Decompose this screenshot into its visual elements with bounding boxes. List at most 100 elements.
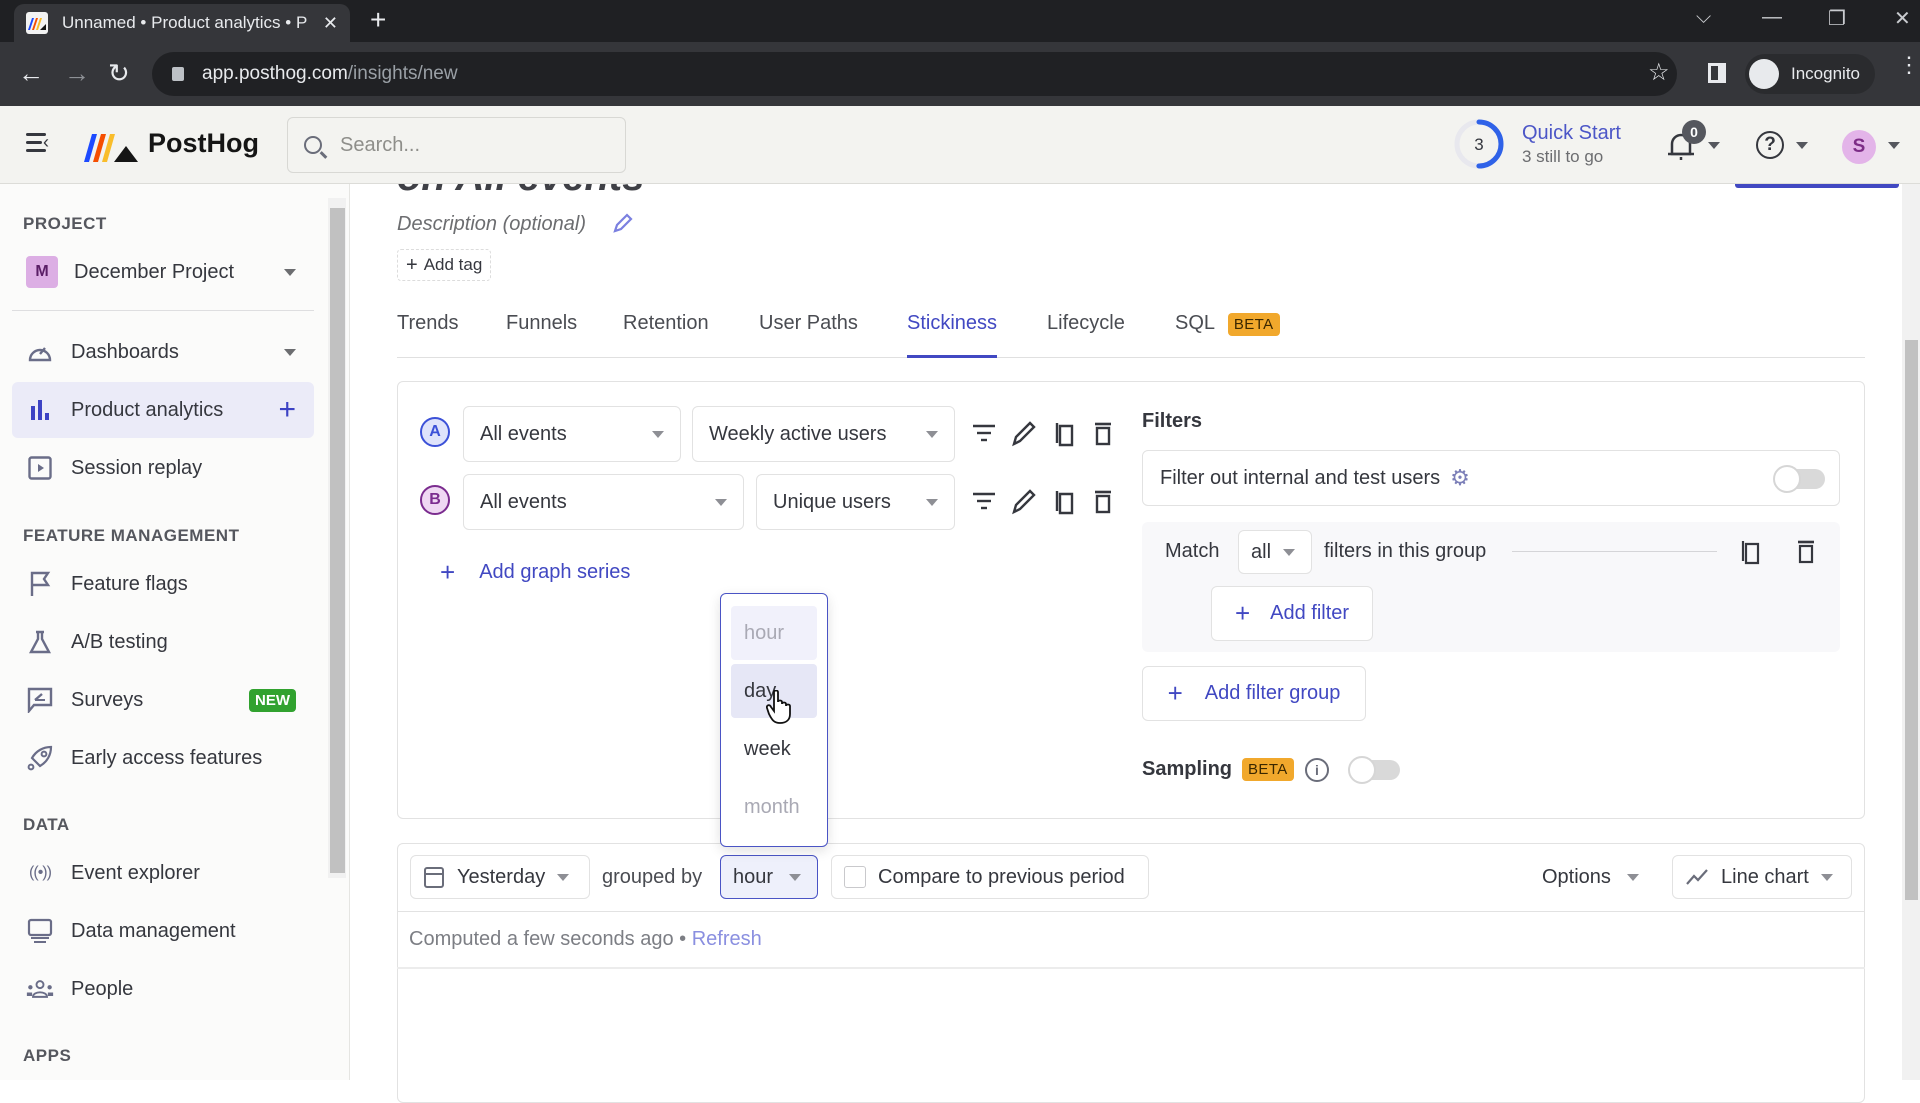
notifications-caret-icon[interactable] — [1708, 142, 1720, 149]
delete-group-icon[interactable] — [1792, 537, 1820, 565]
series-b-event-select[interactable]: All events — [463, 474, 744, 530]
restore-window-icon[interactable]: ❐ — [1828, 6, 1846, 31]
side-panel-icon[interactable] — [1708, 63, 1726, 83]
tab-user-paths[interactable]: User Paths — [759, 312, 858, 358]
duplicate-group-icon[interactable] — [1736, 537, 1764, 565]
edit-icon[interactable] — [1010, 487, 1038, 515]
minimize-window-icon[interactable]: — — [1762, 6, 1782, 29]
delete-icon[interactable] — [1089, 419, 1117, 447]
interval-option-month[interactable]: month — [731, 780, 817, 834]
match-select[interactable]: all — [1238, 530, 1312, 574]
options-label: Options — [1542, 866, 1611, 888]
help-caret-icon[interactable] — [1796, 142, 1808, 149]
gear-icon[interactable]: ⚙ — [1450, 465, 1470, 491]
calendar-icon — [424, 867, 444, 888]
info-icon[interactable]: i — [1305, 758, 1329, 782]
edit-icon[interactable] — [1010, 419, 1038, 447]
browser-tab[interactable]: Unnamed • Product analytics • P ✕ — [14, 4, 350, 42]
incognito-indicator[interactable]: Incognito — [1745, 54, 1875, 94]
sidebar-item-dashboards[interactable]: Dashboards — [12, 324, 314, 380]
tab-sql[interactable]: SQL BETA — [1175, 312, 1280, 358]
bookmark-star-icon[interactable]: ☆ — [1648, 58, 1670, 87]
help-icon[interactable]: ? — [1756, 131, 1784, 159]
sidebar-item-early-access[interactable]: Early access features — [12, 730, 314, 786]
interval-option-week[interactable]: week — [731, 722, 817, 776]
avatar[interactable]: S — [1842, 130, 1876, 164]
project-badge: M — [26, 256, 58, 288]
add-filter-group-button[interactable]: + Add filter group — [1142, 666, 1366, 721]
sidebar-item-ab-testing[interactable]: A/B testing — [12, 614, 314, 670]
forward-icon[interactable]: → — [64, 58, 90, 88]
tab-funnels[interactable]: Funnels — [506, 312, 577, 358]
delete-icon[interactable] — [1089, 487, 1117, 515]
duplicate-icon[interactable] — [1050, 487, 1078, 515]
quick-start-title[interactable]: Quick Start — [1522, 122, 1621, 145]
url-path: /insights/new — [347, 63, 458, 84]
add-filter-label: Add filter — [1270, 602, 1350, 624]
new-insight-plus-icon[interactable]: + — [278, 395, 296, 425]
tab-lifecycle[interactable]: Lifecycle — [1047, 312, 1125, 358]
browser-menu-icon[interactable]: ⋮ — [1898, 54, 1920, 76]
filter-icon[interactable] — [970, 419, 998, 447]
rocket-icon — [26, 744, 54, 772]
url-input[interactable]: app.posthog.com/insights/new — [152, 52, 1677, 96]
new-tab-icon[interactable]: + — [370, 6, 386, 34]
chevron-down-icon[interactable] — [284, 348, 296, 356]
menu-toggle-icon[interactable]: ‹ — [26, 133, 52, 153]
series-a-math-select[interactable]: Weekly active users — [692, 406, 955, 462]
compare-checkbox[interactable] — [844, 866, 866, 888]
sidebar-item-event-explorer[interactable]: ((•)) Event explorer — [12, 845, 314, 901]
brand-name[interactable]: PostHog — [148, 128, 259, 159]
tab-trends[interactable]: Trends — [397, 312, 459, 358]
interval-option-hour[interactable]: hour — [731, 606, 817, 660]
series-b-math-select[interactable]: Unique users — [756, 474, 955, 530]
quick-start-progress-ring[interactable]: 3 — [1453, 118, 1505, 170]
refresh-link[interactable]: Refresh — [692, 928, 762, 950]
chevron-down-icon — [789, 873, 802, 881]
sidebar-item-label: Data management — [71, 919, 236, 942]
sidebar-scrollbar-thumb[interactable] — [330, 208, 345, 873]
project-name: December Project — [74, 260, 235, 283]
filter-icon[interactable] — [970, 487, 998, 515]
url-host: app.posthog.com — [202, 63, 348, 84]
interval-select[interactable]: hour — [720, 855, 818, 899]
add-filter-button[interactable]: + Add filter — [1211, 586, 1373, 641]
divider — [1512, 551, 1717, 552]
tab-search-icon[interactable]: ⌵ — [1696, 6, 1711, 29]
grouped-by-label: grouped by — [602, 866, 703, 888]
date-range-select[interactable]: Yesterday — [410, 855, 590, 899]
incognito-icon — [1749, 59, 1779, 89]
main-scrollbar-thumb[interactable] — [1905, 340, 1918, 900]
series-a-event-select[interactable]: All events — [463, 406, 681, 462]
chart-type-select[interactable]: Line chart — [1672, 855, 1852, 899]
edit-description-icon[interactable] — [612, 212, 634, 239]
add-tag-button[interactable]: + Add tag — [397, 249, 492, 281]
compare-previous-toggle[interactable]: Compare to previous period — [831, 855, 1149, 899]
sidebar-item-surveys[interactable]: Surveys NEW — [12, 672, 314, 728]
account-caret-icon[interactable] — [1888, 142, 1900, 149]
sidebar-item-people[interactable]: People — [12, 961, 314, 1017]
sidebar-item-product-analytics[interactable]: Product analytics + — [12, 382, 314, 438]
tab-stickiness[interactable]: Stickiness — [907, 312, 998, 358]
sidebar-item-data-management[interactable]: Data management — [12, 903, 314, 959]
duplicate-icon[interactable] — [1050, 419, 1078, 447]
sampling-toggle[interactable] — [1348, 756, 1400, 784]
tab-retention[interactable]: Retention — [623, 312, 709, 358]
back-icon[interactable]: ← — [18, 58, 44, 88]
add-graph-series-button[interactable]: + Add graph series — [440, 557, 630, 588]
internal-users-label: Filter out internal and test users — [1160, 466, 1441, 489]
sidebar-item-session-replay[interactable]: Session replay — [12, 440, 314, 496]
beta-badge: BETA — [1242, 758, 1294, 781]
sidebar-item-feature-flags[interactable]: Feature flags — [12, 556, 314, 612]
close-window-icon[interactable]: ✕ — [1894, 6, 1911, 31]
project-switcher[interactable]: M December Project — [12, 244, 314, 300]
posthog-logo-icon[interactable] — [84, 130, 140, 162]
save-button-edge[interactable] — [1735, 184, 1899, 188]
options-button[interactable]: Options — [1542, 866, 1639, 889]
browser-tab-title: Unnamed • Product analytics • P — [62, 13, 308, 32]
description-field[interactable]: Description (optional) — [397, 213, 586, 236]
internal-users-toggle[interactable] — [1773, 465, 1825, 493]
close-tab-icon[interactable]: ✕ — [323, 13, 338, 34]
reload-icon[interactable]: ↻ — [108, 58, 130, 88]
search-input[interactable]: Search... — [287, 117, 626, 173]
